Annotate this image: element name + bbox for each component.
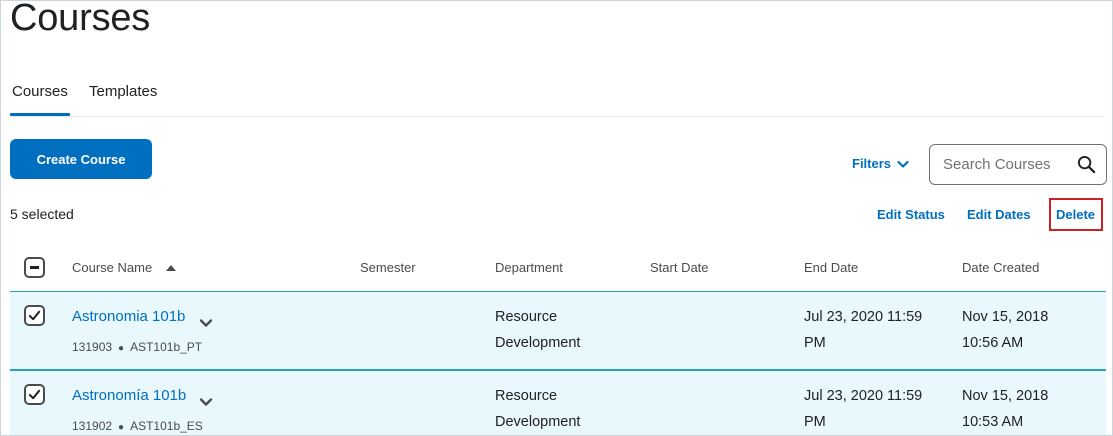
tab-courses[interactable]: Courses <box>10 83 70 116</box>
delete-button[interactable]: Delete <box>1056 207 1095 222</box>
chevron-down-icon[interactable] <box>199 316 213 330</box>
end-date-cell: Jul 23, 2020 11:59 PM <box>804 388 923 430</box>
chevron-down-icon[interactable] <box>199 395 213 409</box>
chevron-down-icon <box>897 160 909 168</box>
search-input[interactable] <box>943 145 1073 184</box>
course-offering: AST101b_ES <box>130 419 203 433</box>
column-header-semester[interactable]: Semester <box>360 260 416 275</box>
column-header-department[interactable]: Department <box>495 260 563 275</box>
date-created-cell: Nov 15, 2018 10:56 AM <box>962 309 1049 351</box>
table-row[interactable]: Astronomia 101b 131903 ● AST101b_PT Resour… <box>10 291 1106 370</box>
column-header-start-date[interactable]: Start Date <box>650 260 709 275</box>
row-checkbox[interactable] <box>24 305 45 326</box>
column-header-date-created[interactable]: Date Created <box>962 260 1039 275</box>
course-name-link[interactable]: Astronomia 101b <box>72 308 185 325</box>
course-meta: 131903 ● AST101b_PT <box>72 340 202 354</box>
selected-count: 5 selected <box>10 206 74 222</box>
course-name-link[interactable]: Astronomía 101b <box>72 387 186 404</box>
select-all-checkbox[interactable] <box>24 257 45 278</box>
department-cell: Resource Development <box>495 309 581 351</box>
column-header-course-name[interactable]: Course Name <box>72 260 152 275</box>
filters-dropdown[interactable]: Filters <box>852 156 909 171</box>
page-title: Courses <box>10 0 151 39</box>
create-course-button[interactable]: Create Course <box>10 139 152 179</box>
course-code: 131902 <box>72 419 113 433</box>
separator-dot-icon: ● <box>118 422 125 433</box>
department-cell: Resource Development <box>495 388 581 430</box>
column-header-end-date[interactable]: End Date <box>804 260 858 275</box>
table-row[interactable]: Astronomía 101b 131902 ● AST101b_ES Resour… <box>10 370 1106 435</box>
edit-status-button[interactable]: Edit Status <box>877 207 945 222</box>
search-icon[interactable] <box>1077 155 1096 174</box>
tab-bar: Courses Templates <box>10 81 1105 117</box>
tab-templates[interactable]: Templates <box>89 83 157 100</box>
sort-ascending-icon[interactable] <box>166 265 176 271</box>
course-code: 131903 <box>72 340 113 354</box>
separator-dot-icon: ● <box>118 343 125 354</box>
filters-label: Filters <box>852 156 892 171</box>
course-meta: 131902 ● AST101b_ES <box>72 419 203 433</box>
search-box <box>929 144 1107 185</box>
course-offering: AST101b_PT <box>130 340 203 354</box>
checkmark-icon <box>28 310 41 321</box>
edit-dates-button[interactable]: Edit Dates <box>967 207 1031 222</box>
row-checkbox[interactable] <box>24 384 45 405</box>
courses-page: Courses Courses Templates Create Course … <box>0 0 1113 436</box>
end-date-cell: Jul 23, 2020 11:59 PM <box>804 309 923 351</box>
checkmark-icon <box>28 389 41 400</box>
date-created-cell: Nov 15, 2018 10:53 AM <box>962 388 1049 430</box>
